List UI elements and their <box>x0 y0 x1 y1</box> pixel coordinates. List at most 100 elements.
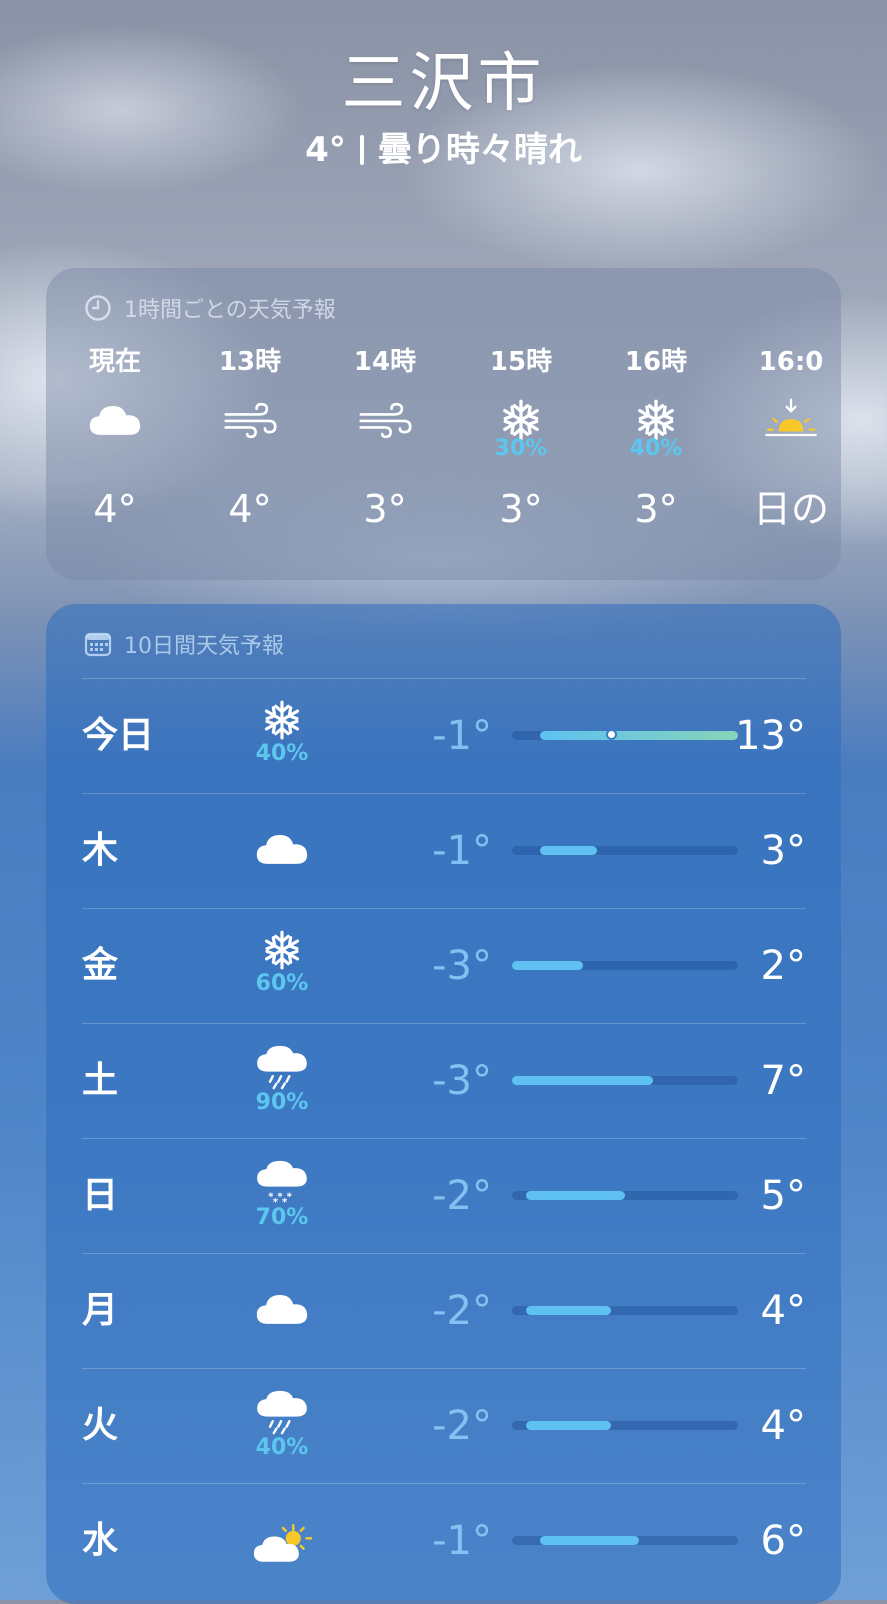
temperature-range-fill <box>540 1536 640 1545</box>
cloud-sun-icon <box>242 1520 322 1566</box>
daily-forecast-header: 10日間天気予報 <box>84 628 284 660</box>
snowflake-icon <box>242 929 322 971</box>
temperature-range-fill <box>526 1306 611 1315</box>
hourly-item: 16時 40% 3° <box>591 344 721 534</box>
hourly-temperature: 日の <box>752 487 829 531</box>
precip-chance: 90% <box>255 1090 309 1115</box>
cloud-snow-icon: * * * * * <box>242 1159 322 1205</box>
daily-row[interactable]: 日 * * * * * 70% -2° 5° <box>82 1138 806 1253</box>
hourly-time: 15時 <box>489 347 553 377</box>
location-header: 三沢市 4° 曇り時々晴れ <box>0 42 887 172</box>
hourly-forecast-card[interactable]: 1時間ごとの天気予報 現在 4° 13時 4° 14時 3° 15時 30% 3° 16時 40% 3… <box>46 268 841 580</box>
city-name: 三沢市 <box>341 47 546 121</box>
daily-row[interactable]: 月 -2° 4° <box>82 1253 806 1368</box>
hourly-temperature: 4° <box>93 487 137 531</box>
low-temperature: -2° <box>432 1403 492 1449</box>
daily-list[interactable]: 今日 40% -1° 13° 木 -1° 3° 金 60% -3° 2° 土 90% -3° 7° 日 * * * *… <box>82 678 806 1598</box>
hourly-item: 現在 4° <box>50 344 180 534</box>
daily-row[interactable]: 今日 40% -1° 13° <box>82 678 806 793</box>
daily-weather <box>242 814 322 888</box>
hourly-time: 16:0 <box>758 347 824 377</box>
separator <box>359 135 364 165</box>
hourly-temperature: 3° <box>363 487 407 531</box>
calendar-icon <box>84 632 112 657</box>
high-temperature: 6° <box>760 1518 806 1564</box>
day-label: 金 <box>82 945 119 986</box>
precip-chance: 30% <box>494 436 548 461</box>
cloud-rain-icon <box>242 1044 322 1090</box>
hourly-time: 現在 <box>88 347 141 377</box>
cloud-icon <box>242 1290 322 1328</box>
day-label: 土 <box>82 1060 119 1101</box>
hourly-temperature: 3° <box>634 487 678 531</box>
hourly-icon-box <box>320 390 450 470</box>
precip-chance: 70% <box>255 1205 309 1230</box>
day-label: 今日 <box>82 715 155 756</box>
daily-weather <box>242 1274 322 1348</box>
current-condition: 曇り時々晴れ <box>377 130 582 170</box>
daily-weather: 60% <box>242 929 322 1003</box>
day-label: 火 <box>82 1405 119 1446</box>
svg-text:*: * <box>287 1191 293 1202</box>
daily-row[interactable]: 木 -1° 3° <box>82 793 806 908</box>
daily-row[interactable]: 金 60% -3° 2° <box>82 908 806 1023</box>
clock-icon <box>85 295 111 321</box>
daily-row[interactable]: 土 90% -3° 7° <box>82 1023 806 1138</box>
low-temperature: -2° <box>432 1288 492 1334</box>
cloud-rain-icon <box>242 1389 322 1435</box>
svg-text:*: * <box>282 1197 288 1205</box>
hourly-icon-box <box>185 390 315 470</box>
daily-forecast-title: 10日間天気予報 <box>124 634 284 659</box>
temperature-range-fill <box>526 1191 625 1200</box>
cloud-icon <box>242 830 322 868</box>
hourly-temperature: 3° <box>499 487 543 531</box>
hourly-time: 16時 <box>624 347 688 377</box>
hourly-item: 16:0 日の <box>726 344 841 534</box>
hourly-temperature: 4° <box>228 487 272 531</box>
current-temperature: 4° <box>305 130 346 170</box>
high-temperature: 2° <box>760 943 806 989</box>
low-temperature: -1° <box>432 828 492 874</box>
day-label: 木 <box>82 830 119 871</box>
high-temperature: 4° <box>760 1403 806 1449</box>
daily-weather: * * * * * 70% <box>242 1159 322 1233</box>
hourly-item: 15時 30% 3° <box>456 344 586 534</box>
temperature-range-fill <box>512 1076 654 1085</box>
temperature-range-fill <box>512 961 583 970</box>
low-temperature: -3° <box>432 1058 492 1104</box>
current-summary: 4° 曇り時々晴れ <box>0 128 887 172</box>
hourly-time: 14時 <box>353 347 417 377</box>
hourly-icon-box <box>50 390 180 470</box>
hourly-forecast-header: 1時間ごとの天気予報 <box>84 292 336 324</box>
hourly-forecast-title: 1時間ごとの天気予報 <box>124 298 336 323</box>
daily-weather <box>242 1504 322 1578</box>
precip-chance: 40% <box>255 741 309 766</box>
daily-forecast-card[interactable]: 10日間天気予報 今日 40% -1° 13° 木 -1° 3° 金 60% -3° 2° 土 90% -… <box>46 604 841 1604</box>
daily-weather: 90% <box>242 1044 322 1118</box>
hourly-item: 14時 3° <box>320 344 450 534</box>
low-temperature: -1° <box>432 713 492 759</box>
high-temperature: 4° <box>760 1288 806 1334</box>
hourly-icon-box: 30% <box>456 390 586 470</box>
low-temperature: -3° <box>432 943 492 989</box>
daily-row[interactable]: 水 -1° 6° <box>82 1483 806 1598</box>
day-label: 日 <box>82 1175 119 1216</box>
low-temperature: -1° <box>432 1518 492 1564</box>
svg-text:*: * <box>273 1197 279 1205</box>
snowflake-icon <box>242 699 322 741</box>
day-label: 月 <box>82 1290 119 1331</box>
precip-chance: 40% <box>255 1435 309 1460</box>
low-temperature: -2° <box>432 1173 492 1219</box>
hourly-item: 13時 4° <box>185 344 315 534</box>
daily-weather: 40% <box>242 1389 322 1463</box>
precip-chance: 60% <box>255 971 309 996</box>
temperature-range-fill <box>540 846 597 855</box>
day-label: 水 <box>82 1520 119 1561</box>
daily-weather: 40% <box>242 699 322 773</box>
daily-row[interactable]: 火 40% -2° 4° <box>82 1368 806 1483</box>
high-temperature: 5° <box>760 1173 806 1219</box>
hourly-list[interactable]: 現在 4° 13時 4° 14時 3° 15時 30% 3° 16時 40% 3° 16:0 日の <box>46 344 841 564</box>
high-temperature: 13° <box>735 713 806 759</box>
hourly-icon-box <box>726 390 841 470</box>
current-temperature-dot <box>605 729 617 740</box>
